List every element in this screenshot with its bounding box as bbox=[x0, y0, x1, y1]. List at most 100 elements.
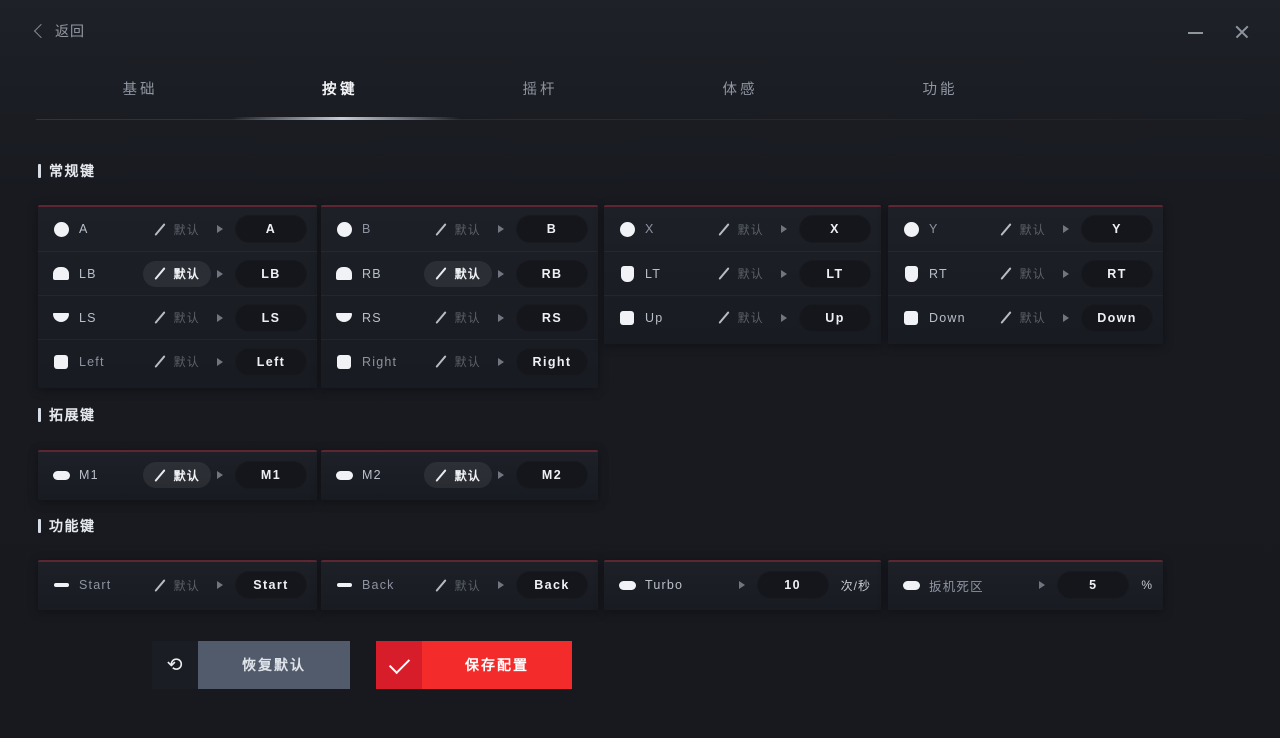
key-row-deadzone[interactable]: 扳机死区 5 % bbox=[888, 562, 1163, 608]
key-mode-label: 默认 bbox=[737, 311, 764, 325]
deadzone-unit: % bbox=[1141, 578, 1153, 592]
key-label: LS bbox=[79, 310, 97, 325]
key-mode-toggle[interactable]: 默认 bbox=[989, 261, 1057, 287]
arrow-right-icon bbox=[1063, 225, 1075, 233]
tab-motion[interactable]: 体感 bbox=[682, 62, 798, 114]
key-mode-toggle[interactable]: 默认 bbox=[424, 305, 492, 331]
key-mode-label: 默认 bbox=[737, 267, 764, 281]
key-value-pill[interactable]: Down bbox=[1081, 303, 1153, 332]
key-mode-toggle[interactable]: 默认 bbox=[707, 216, 775, 242]
save-config-button[interactable]: 保存配置 bbox=[422, 641, 572, 689]
key-value-pill[interactable]: LT bbox=[799, 259, 871, 288]
key-value-pill[interactable]: Back bbox=[516, 571, 588, 599]
key-row-turbo[interactable]: Turbo 10 次/秒 bbox=[604, 562, 881, 608]
key-row-lb[interactable]: LB 默认 LB bbox=[38, 251, 317, 295]
key-value-pill[interactable]: Left bbox=[235, 347, 307, 376]
key-row-rt[interactable]: RT 默认 RT bbox=[888, 251, 1163, 295]
arrow-right-icon bbox=[498, 269, 510, 278]
start-button-icon bbox=[52, 576, 70, 594]
pencil-icon bbox=[154, 267, 167, 280]
tab-buttons[interactable]: 按键 bbox=[282, 62, 398, 114]
key-label: Left bbox=[79, 354, 105, 369]
key-mode-toggle[interactable]: 默认 bbox=[143, 349, 211, 375]
key-mode-toggle[interactable]: 默认 bbox=[143, 572, 211, 598]
regular-keys-card-2: B 默认 B RB 默认 RB RS 默认 RS Right 默认 Right bbox=[321, 205, 598, 388]
key-mode-label: 默认 bbox=[1019, 311, 1046, 325]
key-mode-toggle[interactable]: 默认 bbox=[424, 216, 492, 242]
key-mode-label: 默认 bbox=[173, 267, 200, 281]
key-row-up[interactable]: Up 默认 Up bbox=[604, 295, 881, 339]
pencil-icon bbox=[154, 469, 167, 482]
key-mode-label: 默认 bbox=[454, 355, 481, 369]
key-mode-toggle[interactable]: 默认 bbox=[989, 305, 1057, 331]
key-row-down[interactable]: Down 默认 Down bbox=[888, 295, 1163, 339]
key-value-pill[interactable]: M1 bbox=[235, 461, 307, 489]
key-mode-toggle[interactable]: 默认 bbox=[142, 462, 211, 488]
reset-defaults-button[interactable]: 恢复默认 bbox=[198, 641, 350, 689]
key-mode-toggle[interactable]: 默认 bbox=[143, 216, 211, 242]
key-value-pill[interactable]: RS bbox=[516, 303, 588, 332]
tab-basic[interactable]: 基础 bbox=[82, 62, 198, 114]
minimize-icon[interactable] bbox=[1186, 22, 1206, 42]
key-row-rb[interactable]: RB 默认 RB bbox=[321, 251, 598, 295]
key-mode-toggle[interactable]: 默认 bbox=[423, 462, 492, 488]
key-row-m2[interactable]: M2 默认 M2 bbox=[321, 452, 598, 498]
tab-joystick[interactable]: 摇杆 bbox=[482, 62, 598, 114]
key-mode-toggle[interactable]: 默认 bbox=[707, 261, 775, 287]
tab-function[interactable]: 功能 bbox=[882, 62, 998, 114]
pencil-icon bbox=[435, 469, 448, 482]
key-mode-toggle[interactable]: 默认 bbox=[424, 572, 492, 598]
key-row-y[interactable]: Y 默认 Y bbox=[888, 207, 1163, 251]
key-row-rs[interactable]: RS 默认 RS bbox=[321, 295, 598, 339]
pencil-icon bbox=[1000, 223, 1013, 236]
key-row-back[interactable]: Back 默认 Back bbox=[321, 562, 598, 608]
key-value-pill[interactable]: RT bbox=[1081, 259, 1153, 288]
tab-divider bbox=[36, 119, 1244, 120]
key-mode-label: 默认 bbox=[454, 578, 481, 593]
arrow-right-icon bbox=[498, 581, 510, 589]
key-mode-label: 默认 bbox=[454, 267, 481, 281]
turbo-rate-value[interactable]: 10 bbox=[756, 571, 829, 599]
arrow-right-icon bbox=[738, 581, 751, 589]
key-value-pill[interactable]: A bbox=[235, 215, 307, 243]
arrow-right-icon bbox=[498, 313, 510, 322]
key-row-ls[interactable]: LS 默认 LS bbox=[38, 295, 317, 339]
key-row-m1[interactable]: M1 默认 M1 bbox=[38, 452, 317, 498]
key-value-pill[interactable]: Y bbox=[1081, 215, 1153, 243]
shoulder-right-icon bbox=[335, 265, 353, 283]
key-mode-toggle[interactable]: 默认 bbox=[707, 305, 775, 331]
save-config-group[interactable]: 保存配置 bbox=[376, 641, 572, 689]
key-value-pill[interactable]: LS bbox=[235, 303, 307, 332]
regular-keys-card-4: Y 默认 Y RT 默认 RT Down 默认 Down bbox=[888, 205, 1163, 344]
key-value-pill[interactable]: B bbox=[516, 215, 588, 243]
pencil-icon bbox=[435, 579, 448, 592]
key-value-pill[interactable]: Start bbox=[235, 571, 307, 599]
key-row-b[interactable]: B 默认 B bbox=[321, 207, 598, 251]
key-value-pill[interactable]: LB bbox=[235, 259, 307, 288]
check-icon[interactable] bbox=[376, 641, 422, 689]
pencil-icon bbox=[435, 267, 448, 280]
pencil-icon bbox=[435, 311, 448, 324]
key-mode-toggle[interactable]: 默认 bbox=[423, 260, 492, 287]
key-value-pill[interactable]: Up bbox=[799, 303, 871, 332]
key-mode-toggle[interactable]: 默认 bbox=[143, 305, 211, 331]
back-button[interactable]: 返回 bbox=[33, 18, 85, 44]
undo-icon[interactable]: ⟳ bbox=[152, 641, 198, 689]
key-mode-toggle[interactable]: 默认 bbox=[989, 216, 1057, 242]
key-row-left[interactable]: Left 默认 Left bbox=[38, 339, 317, 383]
deadzone-value[interactable]: 5 bbox=[1057, 571, 1130, 599]
key-value-pill[interactable]: Right bbox=[516, 347, 588, 376]
key-mode-toggle[interactable]: 默认 bbox=[424, 349, 492, 375]
key-row-x[interactable]: X 默认 X bbox=[604, 207, 881, 251]
key-value-pill[interactable]: M2 bbox=[516, 461, 588, 489]
key-row-right[interactable]: Right 默认 Right bbox=[321, 339, 598, 383]
close-icon[interactable] bbox=[1232, 22, 1252, 42]
key-value-pill[interactable]: RB bbox=[516, 259, 588, 288]
key-mode-label: 默认 bbox=[173, 468, 200, 483]
key-row-start[interactable]: Start 默认 Start bbox=[38, 562, 317, 608]
key-row-a[interactable]: A 默认 A bbox=[38, 207, 317, 251]
key-row-lt[interactable]: LT 默认 LT bbox=[604, 251, 881, 295]
key-mode-toggle[interactable]: 默认 bbox=[142, 260, 211, 287]
key-value-pill[interactable]: X bbox=[799, 215, 871, 243]
reset-defaults-group[interactable]: ⟳ 恢复默认 bbox=[152, 641, 350, 689]
